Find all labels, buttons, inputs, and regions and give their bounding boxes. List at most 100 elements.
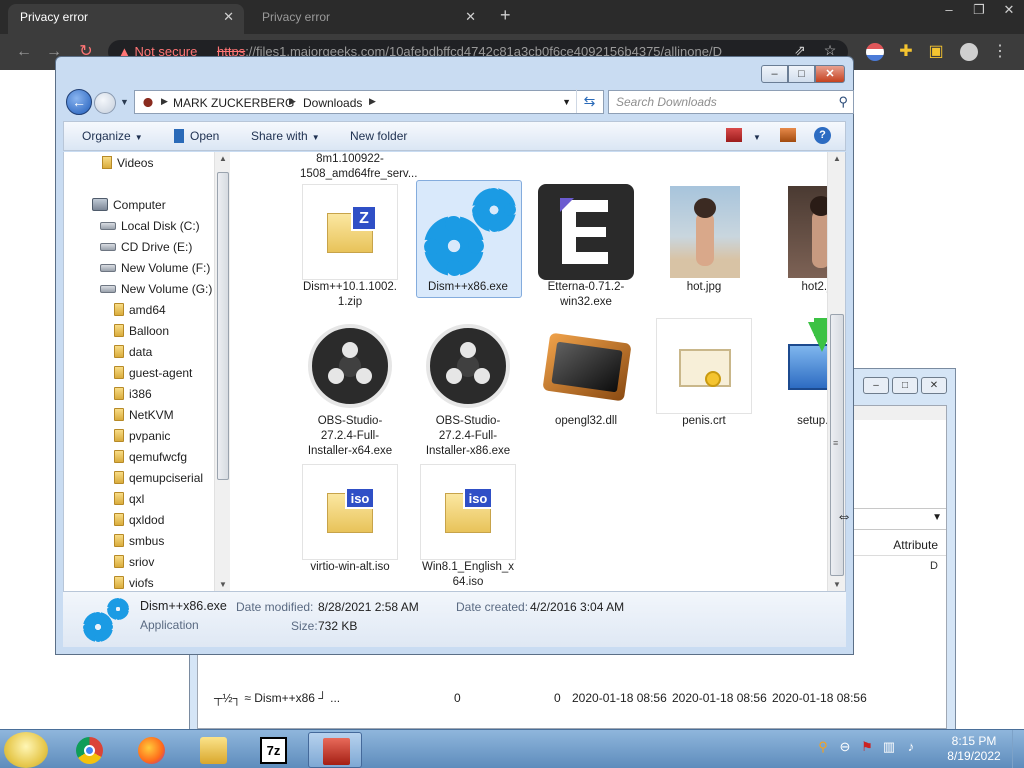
file-name: hot2.jpg: [801, 281, 827, 293]
profile-avatar-icon[interactable]: [960, 43, 978, 61]
cut-off-file-label[interactable]: 8m1.100922-1508_amd64fre_serv...: [300, 152, 417, 182]
extensions-puzzle-icon[interactable]: ✚: [896, 42, 916, 62]
browser-tab-active[interactable]: Privacy error ✕: [8, 4, 244, 34]
file-tile[interactable]: setup.exe: [772, 318, 827, 429]
taskbar-explorer-button[interactable]: [186, 732, 240, 768]
file-tile-selected[interactable]: Dism++x86.exe: [416, 180, 522, 298]
minimize-icon[interactable]: –: [863, 377, 889, 394]
close-tab-icon[interactable]: ✕: [465, 4, 476, 30]
close-tab-icon[interactable]: ✕: [223, 4, 234, 30]
start-button[interactable]: [4, 732, 48, 768]
breadcrumb-downloads[interactable]: Downloads: [303, 96, 362, 110]
address-history-chevron-icon[interactable]: ▼: [562, 97, 571, 107]
file-tile[interactable]: hot.jpg: [654, 184, 754, 295]
side-panel-icon[interactable]: ▣: [926, 42, 946, 62]
open-button[interactable]: Open: [174, 129, 219, 143]
taskbar-firefox-button[interactable]: [124, 732, 178, 768]
nav-item-folder[interactable]: smbus: [114, 534, 164, 552]
nav-item-local-disk-c[interactable]: Local Disk (C:): [100, 219, 200, 237]
nav-item-folder[interactable]: qxl: [114, 492, 144, 510]
taskbar-toolbox-button[interactable]: [308, 732, 362, 768]
explorer-window[interactable]: – □ ✕ ← ▼ ▶ MARK ZUCKERBERG ▶ Downloads …: [55, 56, 854, 655]
scroll-up-arrow-icon[interactable]: ▲: [833, 154, 841, 163]
taskbar-chrome-button[interactable]: [62, 732, 116, 768]
file-tile[interactable]: OBS-Studio-27.2.4-Full-Installer-x86.exe: [418, 318, 518, 459]
breadcrumb[interactable]: ▶ MARK ZUCKERBERG ▶ Downloads ▶ ▼: [134, 90, 604, 114]
security-flag-icon[interactable]: ⚑: [859, 739, 875, 755]
search-placeholder: Search Downloads: [616, 95, 717, 109]
new-folder-button[interactable]: New folder: [350, 129, 407, 143]
attribute-column-header[interactable]: Attribute: [893, 538, 938, 552]
nav-item-computer[interactable]: Computer: [92, 198, 166, 216]
nav-item-folder[interactable]: qemufwcfg: [114, 450, 187, 468]
breadcrumb-user[interactable]: MARK ZUCKERBERG: [173, 96, 294, 110]
flag-extension-icon[interactable]: [866, 43, 884, 61]
breadcrumb-chevron-icon[interactable]: ▶: [369, 96, 376, 107]
file-tile[interactable]: penis.crt: [654, 318, 754, 429]
nav-item-folder[interactable]: viofs: [114, 576, 154, 591]
scroll-down-arrow-icon[interactable]: ▼: [219, 580, 227, 589]
file-tile[interactable]: iso Win8.1_English_x64.iso: [418, 464, 518, 590]
change-view-icon[interactable]: [726, 128, 742, 142]
nav-item-folder[interactable]: data: [114, 345, 152, 363]
7zip-icon: 7z: [260, 737, 287, 764]
search-icon[interactable]: ⚲: [815, 739, 831, 755]
nav-item-new-volume-f[interactable]: New Volume (F:): [100, 261, 210, 279]
taskbar-7zip-button[interactable]: 7z: [246, 732, 300, 768]
new-tab-button[interactable]: +: [500, 5, 511, 26]
nav-item-folder[interactable]: sriov: [114, 555, 154, 573]
menu-kebab-icon[interactable]: ⋮: [990, 42, 1010, 62]
close-icon[interactable]: ✕: [921, 377, 947, 394]
nav-item-videos[interactable]: Videos: [102, 156, 153, 174]
table-row[interactable]: ┬½┐ ≈ Dism++x86 ┘ ... 0 0 2020-01-18 08:…: [206, 691, 946, 707]
scroll-down-arrow-icon[interactable]: ▼: [833, 580, 841, 589]
nav-item-folder[interactable]: i386: [114, 387, 152, 405]
search-input[interactable]: Search Downloads ⚲: [608, 90, 854, 114]
restore-icon[interactable]: ❐: [964, 0, 994, 22]
forward-arrow-icon[interactable]: [94, 92, 116, 114]
nav-item-folder[interactable]: NetKVM: [114, 408, 174, 426]
close-icon[interactable]: ✕: [815, 65, 845, 83]
nav-item-cd-drive-e[interactable]: CD Drive (E:): [100, 240, 192, 258]
network-icon[interactable]: ▥: [881, 739, 897, 755]
file-tile[interactable]: Z Dism++10.1.1002.1.zip: [300, 184, 400, 310]
scrollbar-thumb[interactable]: [217, 172, 229, 480]
scroll-up-arrow-icon[interactable]: ▲: [219, 154, 227, 163]
back-arrow-icon[interactable]: ←: [14, 42, 34, 62]
breadcrumb-chevron-icon[interactable]: ▶: [161, 96, 168, 107]
help-icon[interactable]: ?: [814, 127, 831, 144]
show-desktop-button[interactable]: [1012, 730, 1024, 768]
nav-item-folder[interactable]: Balloon: [114, 324, 169, 342]
volume-icon[interactable]: ♪: [903, 739, 919, 755]
file-tile[interactable]: iso virtio-win-alt.iso: [300, 464, 400, 575]
file-tile[interactable]: opengl32.dll: [536, 318, 636, 429]
search-icon[interactable]: ⚲: [838, 91, 848, 113]
nav-item-folder[interactable]: qemupciserial: [114, 471, 203, 489]
preview-pane-icon[interactable]: [780, 128, 796, 142]
navigation-scrollbar[interactable]: ▲ ▼: [214, 152, 230, 591]
nav-item-folder[interactable]: guest-agent: [114, 366, 192, 384]
organize-button[interactable]: Organize ▼: [82, 129, 143, 143]
back-arrow-icon[interactable]: ←: [66, 89, 92, 115]
file-tile[interactable]: OBS-Studio-27.2.4-Full-Installer-x64.exe: [300, 318, 400, 459]
nav-item-folder[interactable]: pvpanic: [114, 429, 170, 447]
iso-icon: iso: [420, 464, 516, 560]
nav-item-folder[interactable]: amd64: [114, 303, 166, 321]
view-options-chevron-icon[interactable]: ▼: [749, 129, 761, 143]
share-with-button[interactable]: Share with ▼: [251, 129, 320, 143]
clock[interactable]: 8:15 PM 8/19/2022: [944, 734, 1004, 764]
close-icon[interactable]: ✕: [994, 0, 1024, 22]
maximize-icon[interactable]: □: [788, 65, 815, 83]
nav-item-new-volume-g[interactable]: New Volume (G:): [100, 282, 212, 300]
recent-pages-chevron-icon[interactable]: ▼: [120, 97, 129, 107]
minimize-icon[interactable]: –: [934, 0, 964, 22]
maximize-icon[interactable]: □: [892, 377, 918, 394]
refresh-icon[interactable]: ⇆: [576, 89, 602, 113]
file-tile[interactable]: Etterna-0.71.2-win32.exe: [536, 184, 636, 310]
browser-tab-inactive[interactable]: Privacy error ✕: [250, 4, 486, 34]
nav-item-folder[interactable]: qxldod: [114, 513, 164, 531]
file-tile[interactable]: hot2.jpg: [772, 184, 827, 295]
breadcrumb-chevron-icon[interactable]: ▶: [289, 96, 296, 107]
minimize-icon[interactable]: –: [761, 65, 788, 83]
no-entry-icon[interactable]: ⊖: [837, 739, 853, 755]
